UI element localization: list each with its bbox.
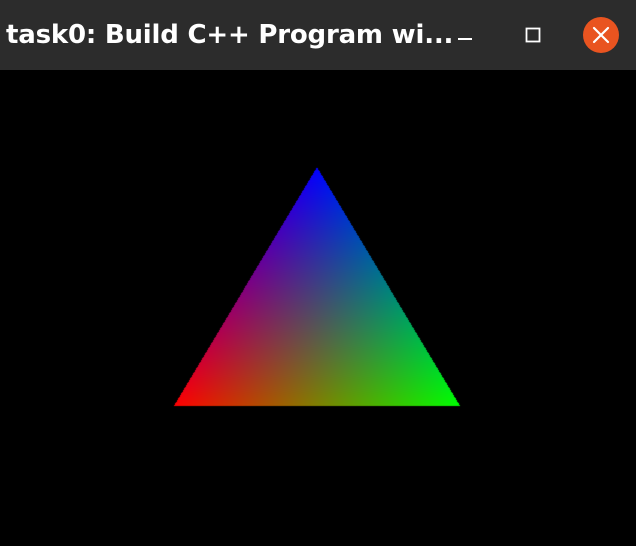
close-icon	[592, 26, 610, 44]
minimize-button[interactable]	[447, 17, 483, 53]
close-button[interactable]	[583, 17, 619, 53]
minimize-icon	[457, 27, 473, 43]
rendered-triangle-canvas	[0, 70, 636, 546]
maximize-icon	[525, 27, 541, 43]
window-title: task0: Build C++ Program wi...	[6, 20, 454, 50]
app-window: task0: Build C++ Program wi...	[0, 0, 636, 546]
maximize-button[interactable]	[515, 17, 551, 53]
title-bar[interactable]: task0: Build C++ Program wi...	[0, 0, 636, 70]
